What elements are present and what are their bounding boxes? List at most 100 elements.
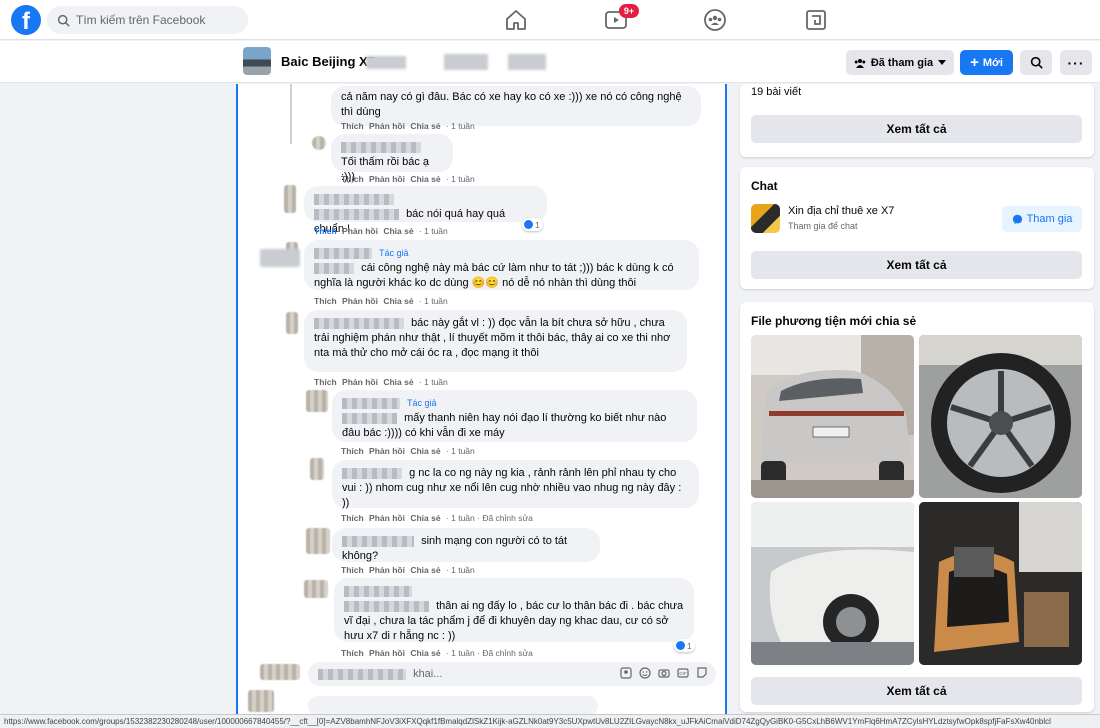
comment-time[interactable]: 1 tuần	[451, 174, 475, 184]
chat-room-subtitle: Tham gia để chat	[788, 221, 858, 231]
comment-text: cái công nghệ này mà bác cứ làm như to t…	[314, 262, 674, 289]
media-thumbnail[interactable]	[751, 502, 914, 665]
like-link[interactable]: Thích	[341, 446, 364, 456]
reply-link[interactable]: Phản hồi	[342, 226, 378, 236]
reply-link[interactable]: Phản hồi	[342, 377, 378, 387]
comment-time[interactable]: 1 tuần	[451, 121, 475, 131]
groups-icon[interactable]	[703, 8, 727, 32]
media-title: File phương tiện mới chia sẻ	[751, 314, 917, 328]
see-all-button[interactable]: Xem tất cả	[751, 115, 1082, 143]
comment-time[interactable]: 1 tuần	[451, 648, 475, 658]
like-link[interactable]: Thích	[314, 226, 337, 236]
like-link[interactable]: Thích	[341, 121, 364, 131]
comment-actions: Thích Phản hồi Chia sẻ · 1 tuần	[341, 174, 475, 184]
group-name[interactable]: Baic Beijing X7	[281, 54, 375, 69]
join-chat-button[interactable]: Tham gia	[1002, 206, 1082, 232]
avatar[interactable]	[284, 185, 296, 213]
share-link[interactable]: Chia sẻ	[410, 565, 440, 575]
gif-icon[interactable]: GIF	[677, 667, 689, 679]
blurred-name	[344, 600, 429, 612]
joined-button[interactable]: Đã tham gia	[846, 50, 954, 75]
emoji-icon[interactable]	[639, 667, 651, 679]
comment-text: cả năm nay có gì đâu. Bác có xe hay ko c…	[341, 91, 682, 118]
blurred-name	[342, 397, 400, 409]
group-people-icon	[854, 58, 866, 68]
avatar-sticker-icon[interactable]	[620, 667, 632, 679]
avatar[interactable]	[306, 390, 328, 412]
facebook-logo[interactable]: f	[11, 5, 41, 35]
share-link[interactable]: Chia sẻ	[410, 513, 440, 523]
share-link[interactable]: Chia sẻ	[383, 296, 413, 306]
reply-link[interactable]: Phản hồi	[369, 648, 405, 658]
avatar[interactable]	[304, 580, 328, 598]
like-link[interactable]: Thích	[314, 377, 337, 387]
like-link[interactable]: Thích	[341, 648, 364, 658]
comment-time[interactable]: 1 tuần	[451, 513, 475, 523]
gaming-icon[interactable]	[804, 8, 828, 32]
comment-time[interactable]: 1 tuần	[424, 377, 448, 387]
reply-link[interactable]: Phản hồi	[369, 513, 405, 523]
blurred-name	[342, 412, 397, 424]
reply-input-box[interactable]: khai... GIF	[308, 662, 716, 686]
reply-link[interactable]: Phản hồi	[369, 565, 405, 575]
wheel-photo	[919, 335, 1082, 498]
media-thumbnail[interactable]	[751, 335, 914, 498]
camera-icon[interactable]	[658, 667, 670, 679]
ellipsis-icon: ···	[1067, 54, 1085, 71]
avatar	[260, 664, 300, 680]
see-all-button[interactable]: Xem tất cả	[751, 251, 1082, 279]
share-link[interactable]: Chia sẻ	[410, 121, 440, 131]
reply-link[interactable]: Phản hồi	[342, 296, 378, 306]
comment-feed[interactable]: cả năm nay có gì đâu. Bác có xe hay ko c…	[236, 84, 727, 714]
avatar[interactable]	[306, 528, 330, 554]
group-search-button[interactable]	[1020, 50, 1052, 75]
chat-room-thumbnail[interactable]	[751, 204, 780, 233]
like-link[interactable]: Thích	[341, 174, 364, 184]
reply-link[interactable]: Phản hồi	[369, 121, 405, 131]
blurred-text	[366, 56, 406, 69]
search-icon	[57, 14, 70, 27]
group-info-card: 19 bài viết Xem tất cả	[740, 84, 1094, 157]
comment-bubble: bác nói quá hay quá chuẩn !	[304, 186, 547, 235]
comment-time[interactable]: 1 tuần	[451, 446, 475, 456]
like-link[interactable]: Thích	[314, 296, 337, 306]
blurred-image	[260, 249, 300, 267]
media-card: File phương tiện mới chia sẻ Xem tất cả	[740, 302, 1094, 712]
comment-time[interactable]: 1 tuần	[451, 565, 475, 575]
comment-actions: Thích Phản hồi Chia sẻ · 1 tuần · Đã chỉ…	[341, 513, 533, 523]
share-link[interactable]: Chia sẻ	[383, 377, 413, 387]
reply-link[interactable]: Phản hồi	[369, 174, 405, 184]
reaction-count[interactable]: 1	[522, 218, 543, 231]
new-post-button[interactable]: + Mới	[960, 50, 1013, 75]
comment-actions: Thích Phản hồi Chia sẻ · 1 tuần	[341, 121, 475, 131]
search-box[interactable]	[47, 6, 248, 34]
blurred-text	[444, 54, 488, 70]
reply-link[interactable]: Phản hồi	[369, 446, 405, 456]
thread-line	[290, 84, 292, 144]
comment-actions: Thích Phản hồi Chia sẻ · 1 tuần	[314, 377, 448, 387]
avatar[interactable]	[310, 458, 324, 480]
avatar[interactable]	[286, 312, 298, 334]
avatar[interactable]	[312, 136, 326, 150]
sticker-icon[interactable]	[696, 667, 708, 679]
see-all-button[interactable]: Xem tất cả	[751, 677, 1082, 705]
comment-time[interactable]: 1 tuần	[424, 226, 448, 236]
search-input[interactable]	[76, 13, 236, 27]
reaction-count[interactable]: 1	[674, 639, 695, 652]
media-thumbnail[interactable]	[919, 502, 1082, 665]
like-link[interactable]: Thích	[341, 565, 364, 575]
share-link[interactable]: Chia sẻ	[383, 226, 413, 236]
comment-time[interactable]: 1 tuần	[424, 296, 448, 306]
group-avatar[interactable]	[243, 47, 271, 75]
more-options-button[interactable]: ···	[1060, 50, 1092, 75]
join-chat-label: Tham gia	[1026, 213, 1073, 225]
share-link[interactable]: Chia sẻ	[410, 648, 440, 658]
reply-placeholder: khai...	[413, 668, 443, 680]
share-link[interactable]: Chia sẻ	[410, 446, 440, 456]
share-link[interactable]: Chia sẻ	[410, 174, 440, 184]
home-icon[interactable]	[504, 8, 528, 32]
chat-room-name[interactable]: Xin địa chỉ thuê xe X7	[788, 205, 894, 217]
like-link[interactable]: Thích	[341, 513, 364, 523]
media-thumbnail[interactable]	[919, 335, 1082, 498]
like-reaction-icon	[524, 220, 533, 229]
